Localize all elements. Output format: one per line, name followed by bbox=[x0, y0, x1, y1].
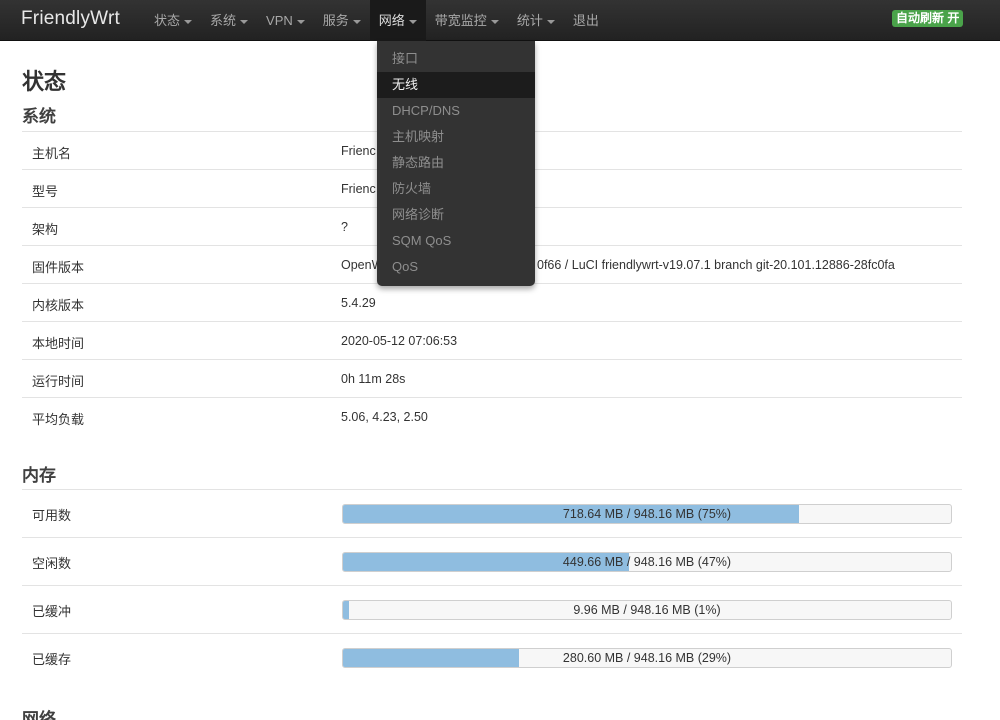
nav-services[interactable]: 服务 bbox=[314, 0, 370, 41]
row-label: 平均负载 bbox=[32, 412, 85, 427]
nav-bandwidth[interactable]: 带宽监控 bbox=[426, 0, 508, 41]
row-label: 主机名 bbox=[32, 146, 72, 161]
menu-item-firewall[interactable]: 防火墙 bbox=[377, 176, 535, 202]
nav-bandwidth-label: 带宽监控 bbox=[434, 13, 487, 28]
menu-item-dhcp-dns[interactable]: DHCP/DNS bbox=[377, 98, 535, 124]
row-label: 可用数 bbox=[32, 508, 72, 523]
system-section-title: 系统 bbox=[22, 107, 56, 126]
row-label: 固件版本 bbox=[32, 260, 85, 275]
nav-system[interactable]: 系统 bbox=[201, 0, 257, 41]
page-title: 状态 bbox=[22, 69, 67, 94]
progress-text: 449.66 MB / 948.16 MB (47%) bbox=[562, 555, 732, 569]
nav-statistics-label: 统计 bbox=[516, 13, 543, 28]
network-dropdown-menu: 接口 无线 DHCP/DNS 主机映射 静态路由 防火墙 网络诊断 SQM Qo… bbox=[377, 41, 535, 286]
row-label: 内核版本 bbox=[32, 298, 85, 313]
row-label: 型号 bbox=[32, 184, 59, 199]
chevron-down-icon bbox=[490, 19, 499, 24]
nav-statistics[interactable]: 统计 bbox=[508, 0, 564, 41]
chevron-down-icon bbox=[408, 19, 417, 24]
info-row-uptime: 运行时间 0h 11m 28s bbox=[22, 360, 962, 398]
info-row-local-time: 本地时间 2020-05-12 07:06:53 bbox=[22, 322, 962, 360]
row-label: 已缓存 bbox=[32, 652, 72, 667]
progress-text: 280.60 MB / 948.16 MB (29%) bbox=[562, 651, 732, 665]
row-label: 运行时间 bbox=[32, 374, 85, 389]
row-value: ? bbox=[341, 220, 348, 234]
menu-item-qos[interactable]: QoS bbox=[377, 254, 535, 280]
row-value: Frienc bbox=[341, 144, 376, 158]
nav-logout[interactable]: 退出 bbox=[564, 0, 608, 41]
memory-section-title: 内存 bbox=[22, 466, 56, 485]
row-label: 本地时间 bbox=[32, 336, 85, 351]
menu-item-hostnames[interactable]: 主机映射 bbox=[377, 124, 535, 150]
row-value: 2020-05-12 07:06:53 bbox=[341, 334, 458, 348]
menu-item-wireless[interactable]: 无线 bbox=[377, 72, 535, 98]
row-value-tail: 0f66 / LuCI friendlywrt-v19.07.1 branch … bbox=[537, 258, 895, 272]
chevron-down-icon bbox=[296, 19, 305, 24]
memory-cached-progress: 280.60 MB / 948.16 MB (29%) bbox=[342, 648, 952, 668]
nav-network[interactable]: 网络 bbox=[369, 0, 426, 41]
progress-text: 9.96 MB / 948.16 MB (1%) bbox=[573, 603, 721, 617]
nav-vpn[interactable]: VPN bbox=[257, 0, 314, 41]
memory-free-progress: 449.66 MB / 948.16 MB (47%) bbox=[342, 552, 952, 572]
auto-refresh-toggle[interactable]: 自动刷新 开 bbox=[892, 10, 964, 27]
memory-buffered-progress: 9.96 MB / 948.16 MB (1%) bbox=[342, 600, 952, 620]
chevron-down-icon bbox=[184, 19, 193, 24]
row-label: 空闲数 bbox=[32, 556, 72, 571]
nav-services-label: 服务 bbox=[322, 13, 349, 28]
nav-status-label: 状态 bbox=[154, 13, 181, 28]
main-nav: 状态 系统 VPN 服务 网络 带宽监控 统计 退出 bbox=[145, 0, 608, 41]
row-label: 架构 bbox=[32, 222, 59, 237]
row-label: 已缓冲 bbox=[32, 604, 72, 619]
chevron-down-icon bbox=[546, 19, 555, 24]
memory-available-progress: 718.64 MB / 948.16 MB (75%) bbox=[342, 504, 952, 524]
brand-logo[interactable]: FriendlyWrt bbox=[21, 8, 120, 30]
row-value: 5.06, 4.23, 2.50 bbox=[341, 410, 428, 424]
nav-system-label: 系统 bbox=[210, 13, 237, 28]
menu-item-interfaces[interactable]: 接口 bbox=[377, 46, 535, 72]
row-value: 0h 11m 28s bbox=[341, 372, 406, 386]
info-row-load-average: 平均负载 5.06, 4.23, 2.50 bbox=[22, 398, 962, 436]
nav-network-label: 网络 bbox=[378, 13, 405, 28]
menu-item-sqm-qos[interactable]: SQM QoS bbox=[377, 228, 535, 254]
chevron-down-icon bbox=[240, 19, 249, 24]
menu-item-static-routes[interactable]: 静态路由 bbox=[377, 150, 535, 176]
row-value: 5.4.29 bbox=[341, 296, 376, 310]
nav-status[interactable]: 状态 bbox=[145, 0, 201, 41]
network-section-title: 网络 bbox=[22, 710, 56, 720]
chevron-down-icon bbox=[352, 19, 361, 24]
top-navbar: FriendlyWrt 状态 系统 VPN 服务 网络 带宽监控 统计 退出 自… bbox=[0, 0, 1000, 41]
info-row-kernel: 内核版本 5.4.29 bbox=[22, 284, 962, 322]
progress-text: 718.64 MB / 948.16 MB (75%) bbox=[562, 507, 732, 521]
menu-item-diagnostics[interactable]: 网络诊断 bbox=[377, 202, 535, 228]
row-value: Frienc bbox=[341, 182, 376, 196]
nav-logout-label: 退出 bbox=[572, 13, 599, 28]
nav-vpn-label: VPN bbox=[266, 13, 293, 28]
